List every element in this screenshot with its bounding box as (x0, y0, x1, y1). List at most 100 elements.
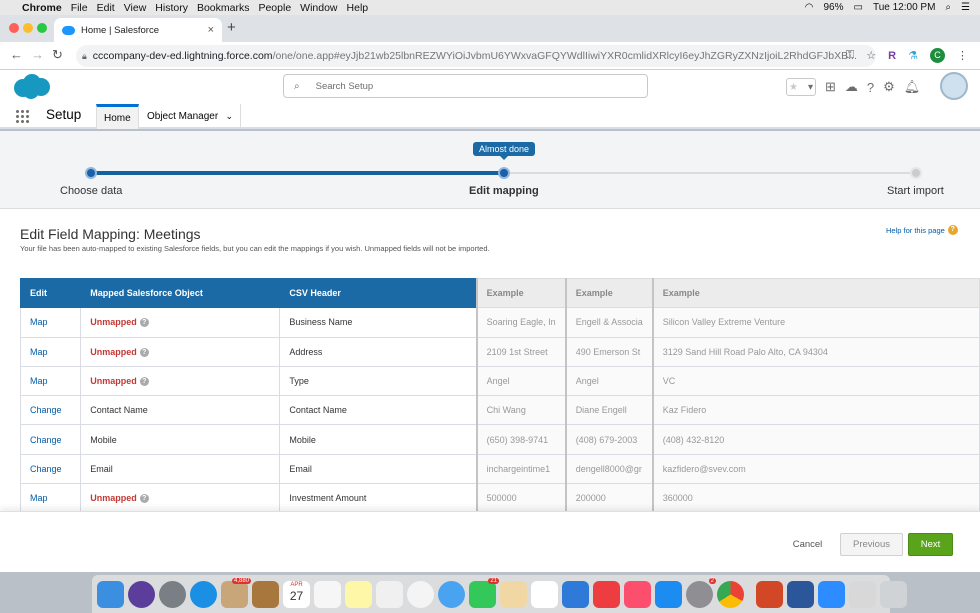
map-link[interactable]: Map (19, 483, 82, 514)
menu-bookmarks[interactable]: Bookmarks (197, 2, 250, 14)
map-link[interactable]: Map (19, 365, 82, 397)
menu-edit[interactable]: Edit (97, 2, 115, 14)
pages-icon[interactable] (500, 580, 527, 608)
help-icon[interactable]: ? (867, 80, 874, 95)
browser-tab[interactable]: Home | Salesforce × (54, 18, 222, 42)
stickies-icon[interactable] (345, 580, 372, 608)
tab-object-manager[interactable]: Object Manager ⌄ (140, 104, 241, 129)
system-preferences-icon[interactable]: 2 (686, 577, 716, 608)
app-launcher-icon[interactable] (16, 110, 29, 123)
chrome-icon[interactable] (717, 580, 744, 608)
bookmark-star-icon[interactable]: ☆ (866, 49, 876, 62)
table-row: Map Unmapped? Business Name Soaring Eagl… (19, 307, 980, 338)
info-icon[interactable]: ? (139, 318, 149, 328)
app-store-icon[interactable] (655, 580, 682, 608)
zoom-icon[interactable] (818, 580, 845, 608)
control-center-icon[interactable]: ☰ (961, 2, 970, 13)
search-icon[interactable]: ⌕ (945, 2, 951, 13)
step-dot-edit-mapping[interactable] (498, 167, 510, 179)
numbers-icon[interactable] (531, 580, 558, 608)
profile-avatar[interactable]: C (930, 48, 945, 63)
safari-icon[interactable] (190, 580, 217, 608)
info-icon[interactable]: ? (139, 494, 149, 504)
cancel-button[interactable]: Cancel (780, 533, 835, 556)
setup-search-input[interactable]: ⌕ Search Setup (283, 74, 648, 98)
reload-icon[interactable]: ↻ (52, 47, 63, 63)
next-button[interactable]: Next (908, 533, 953, 556)
extension-r-icon[interactable]: R (888, 50, 896, 62)
menu-people[interactable]: People (258, 2, 291, 14)
progress-track-remaining (504, 172, 916, 174)
previous-button[interactable]: Previous (840, 533, 903, 556)
facetime-icon[interactable]: 21 (469, 577, 499, 608)
keynote-icon[interactable] (562, 580, 589, 608)
powerpoint-icon[interactable] (756, 580, 783, 608)
music-icon[interactable] (624, 580, 651, 608)
col-header-edit: Edit (19, 277, 82, 309)
trailhead-icon[interactable]: ☁ (845, 79, 858, 95)
lock-icon[interactable]: 🔒︎ (82, 51, 87, 62)
downloads-folder-icon[interactable] (849, 580, 876, 608)
clock[interactable]: Tue 12:00 PM (873, 2, 935, 13)
chevron-down-icon[interactable]: ⌄ (225, 111, 233, 122)
map-link[interactable]: Map (19, 307, 82, 338)
calendar-icon[interactable]: APR 27 (283, 580, 310, 608)
photo-app-icon[interactable]: 4,880 (221, 577, 251, 608)
siri-icon[interactable] (128, 580, 155, 608)
csv-header-cell: Investment Amount (279, 483, 478, 514)
salesforce-favicon-icon (62, 25, 75, 35)
menu-view[interactable]: View (124, 2, 147, 14)
launchpad-icon[interactable] (159, 580, 186, 608)
menu-history[interactable]: History (155, 2, 188, 14)
change-link[interactable]: Change (19, 453, 82, 485)
main-content: Almost done Choose data Edit mapping Sta… (0, 131, 980, 572)
battery-percent[interactable]: 96% (824, 2, 844, 13)
finder-icon[interactable] (97, 580, 124, 608)
back-icon[interactable]: ← (10, 47, 23, 62)
photos-icon[interactable] (407, 580, 434, 608)
macos-menubar: Chrome File Edit View History Bookmarks … (0, 0, 980, 15)
col-header-mapped-object: Mapped Salesforce Object (80, 277, 281, 309)
notes-book-icon[interactable] (252, 580, 279, 608)
info-icon[interactable]: ? (139, 377, 149, 387)
change-link[interactable]: Change (19, 424, 82, 455)
maps-icon[interactable] (376, 580, 403, 608)
extension-flask-icon[interactable]: ⚗ (908, 49, 918, 62)
close-window-icon[interactable] (9, 23, 19, 33)
favorites-button[interactable]: ★ ▾ (786, 78, 816, 96)
more-menu-icon[interactable]: ⋮ (957, 49, 968, 62)
tab-home[interactable]: Home (96, 104, 139, 129)
trash-icon[interactable] (880, 580, 907, 608)
browser-toolbar: ← → ↻ 🔒︎ cccompany-dev-ed.lightning.forc… (0, 42, 980, 70)
reminders-icon[interactable] (314, 580, 341, 608)
address-bar[interactable]: 🔒︎ cccompany-dev-ed.lightning.force.com … (76, 45, 876, 67)
salesforce-logo-icon[interactable] (11, 73, 51, 100)
browser-tools: ⚿ ☆ R ⚗ C ⋮ (846, 48, 968, 63)
messages-icon[interactable] (438, 580, 465, 608)
zoom-window-icon[interactable] (37, 23, 47, 33)
news-icon[interactable] (593, 580, 620, 608)
notifications-bell-icon[interactable]: 🔔︎ (904, 79, 921, 95)
info-icon[interactable]: ? (139, 347, 149, 357)
close-tab-icon[interactable]: × (208, 24, 214, 36)
global-actions-icon[interactable]: ⊞ (825, 79, 836, 95)
menu-file[interactable]: File (71, 2, 88, 14)
forward-icon[interactable]: → (31, 47, 44, 62)
step-dot-choose-data[interactable] (85, 167, 97, 179)
key-icon[interactable]: ⚿ (846, 49, 854, 62)
wifi-icon[interactable]: ◠ (805, 2, 814, 13)
help-for-this-page-link[interactable]: Help for this page ? (886, 225, 958, 235)
map-link[interactable]: Map (19, 336, 82, 367)
minimize-window-icon[interactable] (23, 23, 33, 33)
gear-icon[interactable]: ⚙ (883, 79, 895, 95)
example-cell: 2109 1st Street (475, 336, 567, 367)
menu-window[interactable]: Window (300, 2, 337, 14)
menu-help[interactable]: Help (347, 2, 369, 14)
word-icon[interactable] (787, 580, 814, 608)
page-subtitle: Your file has been auto-mapped to existi… (20, 244, 490, 253)
new-tab-icon[interactable]: + (227, 19, 236, 36)
table-header-row: Edit Mapped Salesforce Object CSV Header… (19, 277, 980, 309)
user-avatar[interactable] (940, 72, 968, 100)
menu-app-name[interactable]: Chrome (22, 2, 62, 14)
change-link[interactable]: Change (19, 395, 82, 426)
